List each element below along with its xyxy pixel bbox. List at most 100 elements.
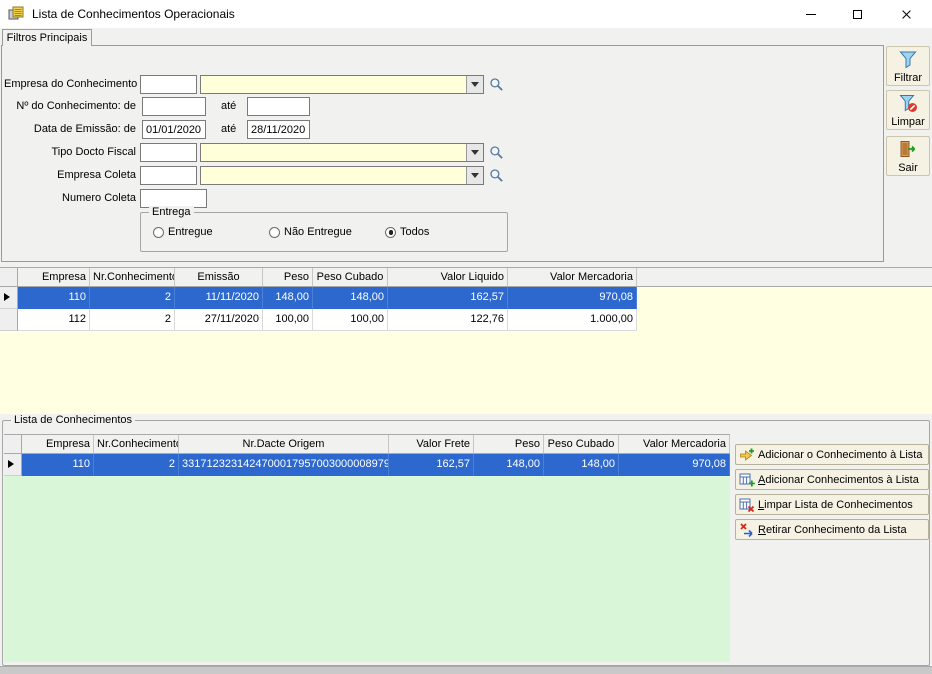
- button-adicionar-o-conhecimento-a-lista[interactable]: Adicionar o Conhecimento à Lista: [735, 444, 929, 465]
- grid-cell: 148,00: [474, 454, 544, 476]
- grid-cell: 162,57: [389, 454, 474, 476]
- entrega-groupbox: Entrega EntregueNão EntregueTodos: [140, 212, 508, 252]
- maximize-button[interactable]: [834, 0, 880, 28]
- chevron-down-icon[interactable]: [466, 167, 483, 184]
- table-row[interactable]: 112227/11/2020100,00100,00122,761.000,00: [0, 309, 637, 331]
- radio-option-todos[interactable]: Todos: [385, 226, 429, 238]
- chevron-down-icon[interactable]: [466, 76, 483, 93]
- grid-cell: 2: [94, 454, 179, 476]
- label-nr-conhecimento: Nº do Conhecimento: de: [4, 100, 136, 112]
- grid-cell: 11/11/2020: [175, 287, 263, 309]
- status-bar: [0, 666, 932, 674]
- exit-icon: [898, 139, 918, 162]
- empresa-conhecimento-combo[interactable]: [200, 75, 484, 94]
- button-label: Adicionar Conhecimentos à Lista: [758, 474, 919, 486]
- data-emissao-ate-input[interactable]: [247, 120, 310, 139]
- column-header-nr-conhecimento[interactable]: Nr.Conhecimento: [90, 268, 175, 286]
- label-empresa-conhecimento: Empresa do Conhecimento: [4, 78, 136, 90]
- radio-option-nao-entregue[interactable]: Não Entregue: [269, 226, 352, 238]
- column-header-nr-conhecimento[interactable]: Nr.Conhecimento: [94, 435, 179, 453]
- grid-cell: 110: [22, 454, 94, 476]
- chevron-down-icon[interactable]: [466, 144, 483, 161]
- tipo-docto-code-input[interactable]: [140, 143, 197, 162]
- data-emissao-de-input[interactable]: [142, 120, 206, 139]
- column-header-empresa[interactable]: Empresa: [18, 268, 90, 286]
- radio-circle[interactable]: [269, 227, 280, 238]
- empresa-coleta-code-input[interactable]: [140, 166, 197, 185]
- radio-label: Todos: [400, 226, 429, 238]
- row-indicator: [4, 454, 22, 476]
- label-numero-coleta: Numero Coleta: [4, 192, 136, 204]
- nr-conhecimento-ate-input[interactable]: [247, 97, 310, 116]
- grid-cell: 112: [18, 309, 90, 331]
- radio-label: Entregue: [168, 226, 213, 238]
- column-header-peso-cubado[interactable]: Peso Cubado: [544, 435, 619, 453]
- grid-cell: 2: [90, 309, 175, 331]
- grid-header: EmpresaNr.ConhecimentoEmissãoPesoPeso Cu…: [0, 267, 932, 287]
- column-header-valor-mercadoria[interactable]: Valor Mercadoria: [619, 435, 730, 453]
- window-title: Lista de Conhecimentos Operacionais: [32, 7, 235, 21]
- button-limpar-lista-de-conhecimentos[interactable]: Limpar Lista de Conhecimentos: [735, 494, 929, 515]
- radio-option-entregue[interactable]: Entregue: [153, 226, 213, 238]
- grid-cell: 122,76: [388, 309, 508, 331]
- search-icon[interactable]: [489, 168, 504, 183]
- side-button-filtrar[interactable]: Filtrar: [886, 46, 930, 86]
- column-header-valor-mercadoria[interactable]: Valor Mercadoria: [508, 268, 637, 286]
- nr-conhecimento-de-input[interactable]: [142, 97, 206, 116]
- row-indicator-header: [4, 435, 22, 453]
- column-header-emissao[interactable]: Emissão: [175, 268, 263, 286]
- radio-label: Não Entregue: [284, 226, 352, 238]
- grid-cell: 2: [90, 287, 175, 309]
- column-header-peso-cubado[interactable]: Peso Cubado: [313, 268, 388, 286]
- grid-cell: 3317123231424700017957003000008979: [179, 454, 389, 476]
- search-icon[interactable]: [489, 145, 504, 160]
- column-header-peso[interactable]: Peso: [263, 268, 313, 286]
- side-button-label: Filtrar: [894, 73, 922, 84]
- grid-cell: 100,00: [263, 309, 313, 331]
- titlebar: Lista de Conhecimentos Operacionais: [0, 0, 932, 28]
- grid-cell: 27/11/2020: [175, 309, 263, 331]
- label-data-emissao: Data de Emissão: de: [4, 123, 136, 135]
- column-header-nr-dacte-origem[interactable]: Nr.Dacte Origem: [179, 435, 389, 453]
- selected-row-arrow: [8, 460, 14, 468]
- button-retirar-conhecimento-da-lista[interactable]: Retirar Conhecimento da Lista: [735, 519, 929, 540]
- row-indicator-header: [0, 268, 18, 286]
- add-many-icon: [739, 472, 755, 488]
- table-row[interactable]: 1102331712323142470001795700300000897916…: [4, 454, 730, 476]
- column-header-valor-frete[interactable]: Valor Frete: [389, 435, 474, 453]
- label-tipo-docto-fiscal: Tipo Docto Fiscal: [4, 146, 136, 158]
- column-header-empresa[interactable]: Empresa: [22, 435, 94, 453]
- empresa-coleta-combo[interactable]: [200, 166, 484, 185]
- label-ate-data: até: [221, 123, 236, 135]
- column-header-valor-liquido[interactable]: Valor Liquido: [388, 268, 508, 286]
- filter-icon: [898, 49, 918, 72]
- button-label: Retirar Conhecimento da Lista: [758, 524, 907, 536]
- remove-icon: [739, 522, 755, 538]
- clear-filter-icon: [898, 93, 918, 116]
- minimize-button[interactable]: [788, 0, 834, 28]
- radio-circle[interactable]: [153, 227, 164, 238]
- side-button-limpar[interactable]: Limpar: [886, 90, 930, 130]
- search-icon[interactable]: [489, 77, 504, 92]
- selected-row-arrow: [4, 293, 10, 301]
- button-label: Adicionar o Conhecimento à Lista: [758, 449, 922, 461]
- radio-circle[interactable]: [385, 227, 396, 238]
- label-ate-nr: até: [221, 100, 236, 112]
- grid-cell: 148,00: [263, 287, 313, 309]
- side-button-label: Limpar: [891, 117, 925, 128]
- clear-list-icon: [739, 497, 755, 513]
- column-header-peso[interactable]: Peso: [474, 435, 544, 453]
- grid-cell: 970,08: [508, 287, 637, 309]
- table-row[interactable]: 110211/11/2020148,00148,00162,57970,08: [0, 287, 637, 309]
- empresa-conhecimento-code-input[interactable]: [140, 75, 197, 94]
- grid-cell: 110: [18, 287, 90, 309]
- side-button-sair[interactable]: Sair: [886, 136, 930, 176]
- row-indicator: [0, 287, 18, 309]
- button-adicionar-conhecimentos-a-lista[interactable]: Adicionar Conhecimentos à Lista: [735, 469, 929, 490]
- tipo-docto-combo[interactable]: [200, 143, 484, 162]
- grid-cell: 970,08: [619, 454, 730, 476]
- add-one-icon: [739, 447, 755, 463]
- tab-filtros-principais[interactable]: Filtros Principais: [2, 29, 92, 46]
- grid-cell: 100,00: [313, 309, 388, 331]
- lista-conhecimentos-grid: EmpresaNr.ConhecimentoNr.Dacte OrigemVal…: [4, 434, 730, 662]
